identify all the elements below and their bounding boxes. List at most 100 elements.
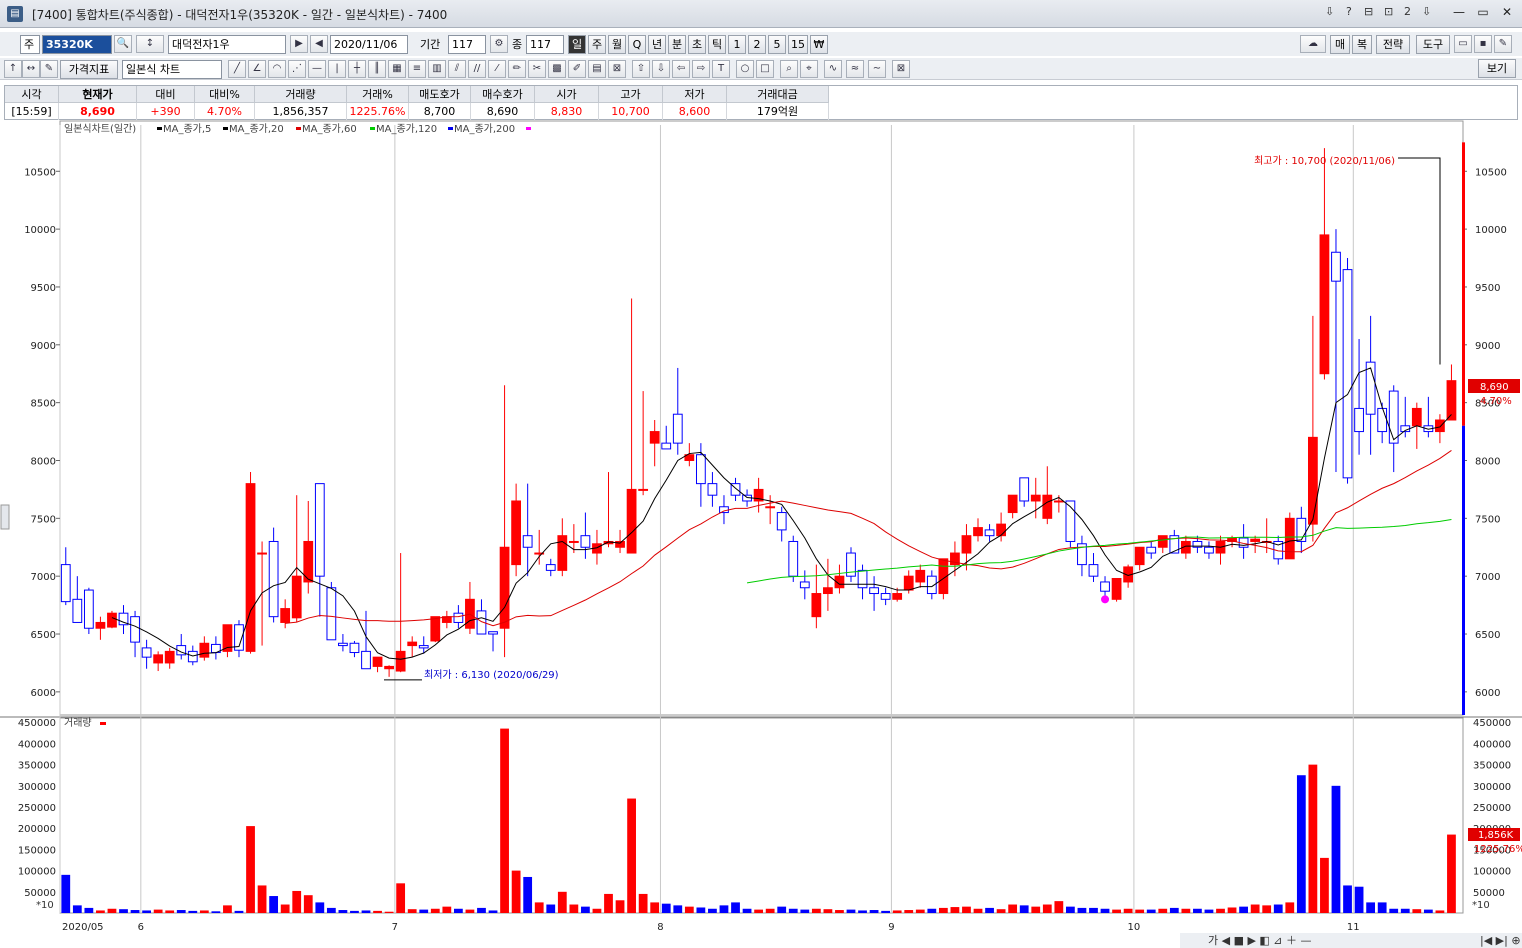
- period-label: 기간: [420, 38, 441, 51]
- arrow-down-icon[interactable]: ⇩: [652, 60, 670, 78]
- trendline-icon[interactable]: ╱: [228, 60, 246, 78]
- search-icon[interactable]: 🔍: [114, 35, 132, 53]
- interval-5[interactable]: 5: [768, 35, 786, 54]
- volume-bar: [731, 902, 740, 913]
- fan-icon[interactable]: ⋰: [288, 60, 306, 78]
- volume-bar: [442, 906, 452, 913]
- color-icon[interactable]: ▩: [548, 60, 566, 78]
- signal-icon[interactable]: ≈: [846, 60, 864, 78]
- eraser-icon[interactable]: ✂: [528, 60, 546, 78]
- rect-icon[interactable]: □: [756, 60, 774, 78]
- settings-icon[interactable]: ⚙: [490, 35, 508, 53]
- price-indicator-button[interactable]: 가격지표: [60, 60, 118, 79]
- save-icon[interactable]: ▪: [1474, 35, 1492, 53]
- cloud-icon[interactable]: ☁: [1300, 35, 1326, 53]
- copy-button[interactable]: 복: [1352, 35, 1372, 54]
- strategy-button[interactable]: 전략: [1376, 35, 1410, 54]
- wrench-icon[interactable]: ✎: [1494, 35, 1512, 53]
- interval-quarter[interactable]: Q: [628, 35, 646, 54]
- lines-icon[interactable]: ≡: [408, 60, 426, 78]
- interval-won[interactable]: ₩: [810, 35, 828, 54]
- chart-type-select[interactable]: 일본식 차트: [122, 60, 222, 79]
- hline-icon[interactable]: —: [308, 60, 326, 78]
- oscillator-icon[interactable]: ∼: [868, 60, 886, 78]
- link-icon[interactable]: ⊡: [1384, 5, 1393, 18]
- interval-second[interactable]: 초: [688, 35, 706, 54]
- volume-bar: [188, 910, 198, 913]
- interval-tick[interactable]: 틱: [708, 35, 726, 54]
- sort-icon[interactable]: ↕: [136, 35, 164, 53]
- candle-body: [1100, 581, 1110, 592]
- close-button[interactable]: ✕: [1496, 3, 1518, 21]
- expand-icon[interactable]: ↔: [22, 60, 40, 78]
- bars-icon[interactable]: ║: [368, 60, 386, 78]
- interval-year[interactable]: 년: [648, 35, 666, 54]
- folder-icon[interactable]: ▭: [1454, 35, 1472, 53]
- wave-icon[interactable]: ∿: [824, 60, 842, 78]
- arrow-left-icon[interactable]: ⇦: [672, 60, 690, 78]
- delete-icon[interactable]: ⊠: [892, 60, 910, 78]
- edit-icon[interactable]: ✎: [40, 60, 58, 78]
- volume-bar: [1031, 906, 1041, 913]
- interval-month[interactable]: 월: [608, 35, 626, 54]
- arrow-up-icon[interactable]: ⇧: [632, 60, 650, 78]
- volume-unit-left: *10: [36, 900, 54, 911]
- clear-icon[interactable]: ⊠: [608, 60, 626, 78]
- grid-icon[interactable]: ▦: [388, 60, 406, 78]
- volume-tick-label: 400000: [18, 739, 56, 750]
- interval-1[interactable]: 1: [728, 35, 746, 54]
- interval-15[interactable]: 15: [788, 35, 808, 54]
- zoom-icon[interactable]: ⌕: [780, 60, 798, 78]
- interval-minute[interactable]: 분: [668, 35, 686, 54]
- volume-bar: [1158, 908, 1168, 913]
- candle-body: [1388, 390, 1399, 444]
- help-icon[interactable]: ?: [1346, 5, 1352, 18]
- cross-icon[interactable]: ┼: [348, 60, 366, 78]
- up-arrow-icon[interactable]: ↑: [4, 60, 22, 78]
- tools-button[interactable]: 도구: [1416, 35, 1450, 54]
- interval-week[interactable]: 주: [588, 35, 606, 54]
- market-type-select[interactable]: 주: [20, 35, 40, 54]
- pin-icon[interactable]: ⇩: [1422, 5, 1431, 18]
- angle-icon[interactable]: ∠: [248, 60, 266, 78]
- last-volume-label: 1,856K: [1478, 830, 1514, 841]
- prev-arrow-icon[interactable]: ◀: [310, 35, 328, 53]
- arc-icon[interactable]: ◠: [268, 60, 286, 78]
- screen-number[interactable]: 2: [1404, 5, 1411, 18]
- download-icon[interactable]: ⇩: [1325, 5, 1334, 18]
- volume-bar: [211, 911, 221, 913]
- minimize-button[interactable]: —: [1448, 3, 1470, 21]
- candlestick-chart[interactable]: 6000 6000 6500 6500 7000 7000 7500 7500 8000 8000…: [0, 120, 1522, 948]
- note-icon[interactable]: ▤: [588, 60, 606, 78]
- next-arrow-icon[interactable]: ▶: [290, 35, 308, 53]
- candle-body: [384, 665, 394, 670]
- period-input[interactable]: 117: [448, 35, 486, 54]
- volume-bar: [176, 910, 186, 913]
- circle-icon[interactable]: ○: [736, 60, 754, 78]
- fib-icon[interactable]: ⁄: [488, 60, 506, 78]
- volume-bar: [130, 910, 140, 913]
- volume-bar: [1204, 909, 1214, 913]
- parallel-icon[interactable]: //: [468, 60, 486, 78]
- count-input[interactable]: 117: [526, 35, 564, 54]
- columns-icon[interactable]: ▥: [428, 60, 446, 78]
- split-icon[interactable]: ⊟: [1364, 5, 1373, 18]
- stock-code-input[interactable]: 35320K: [42, 35, 112, 54]
- candle-body: [857, 569, 868, 589]
- arrow-right-icon[interactable]: ⇨: [692, 60, 710, 78]
- nav-icons[interactable]: 가 ◀ ■ ▶ ◧ ⊿ ＋ —: [1208, 933, 1312, 948]
- legend-ma5: MA_종가,5: [163, 123, 211, 135]
- channel-icon[interactable]: ⫽: [448, 60, 466, 78]
- brush-icon[interactable]: ✐: [568, 60, 586, 78]
- interval-day[interactable]: 일: [568, 35, 586, 54]
- interval-2[interactable]: 2: [748, 35, 766, 54]
- trade-button[interactable]: 매: [1330, 35, 1350, 54]
- text-icon[interactable]: T: [712, 60, 730, 78]
- pencil-icon[interactable]: ✏: [508, 60, 526, 78]
- view-button[interactable]: 보기: [1478, 59, 1516, 78]
- maximize-button[interactable]: ▭: [1472, 3, 1494, 21]
- zoom-select-icon[interactable]: ⌖: [800, 60, 818, 78]
- vline-icon[interactable]: |: [328, 60, 346, 78]
- scroll-end-icons[interactable]: |◀ ▶| ⊕: [1480, 933, 1521, 948]
- date-input[interactable]: 2020/11/06: [330, 35, 408, 54]
